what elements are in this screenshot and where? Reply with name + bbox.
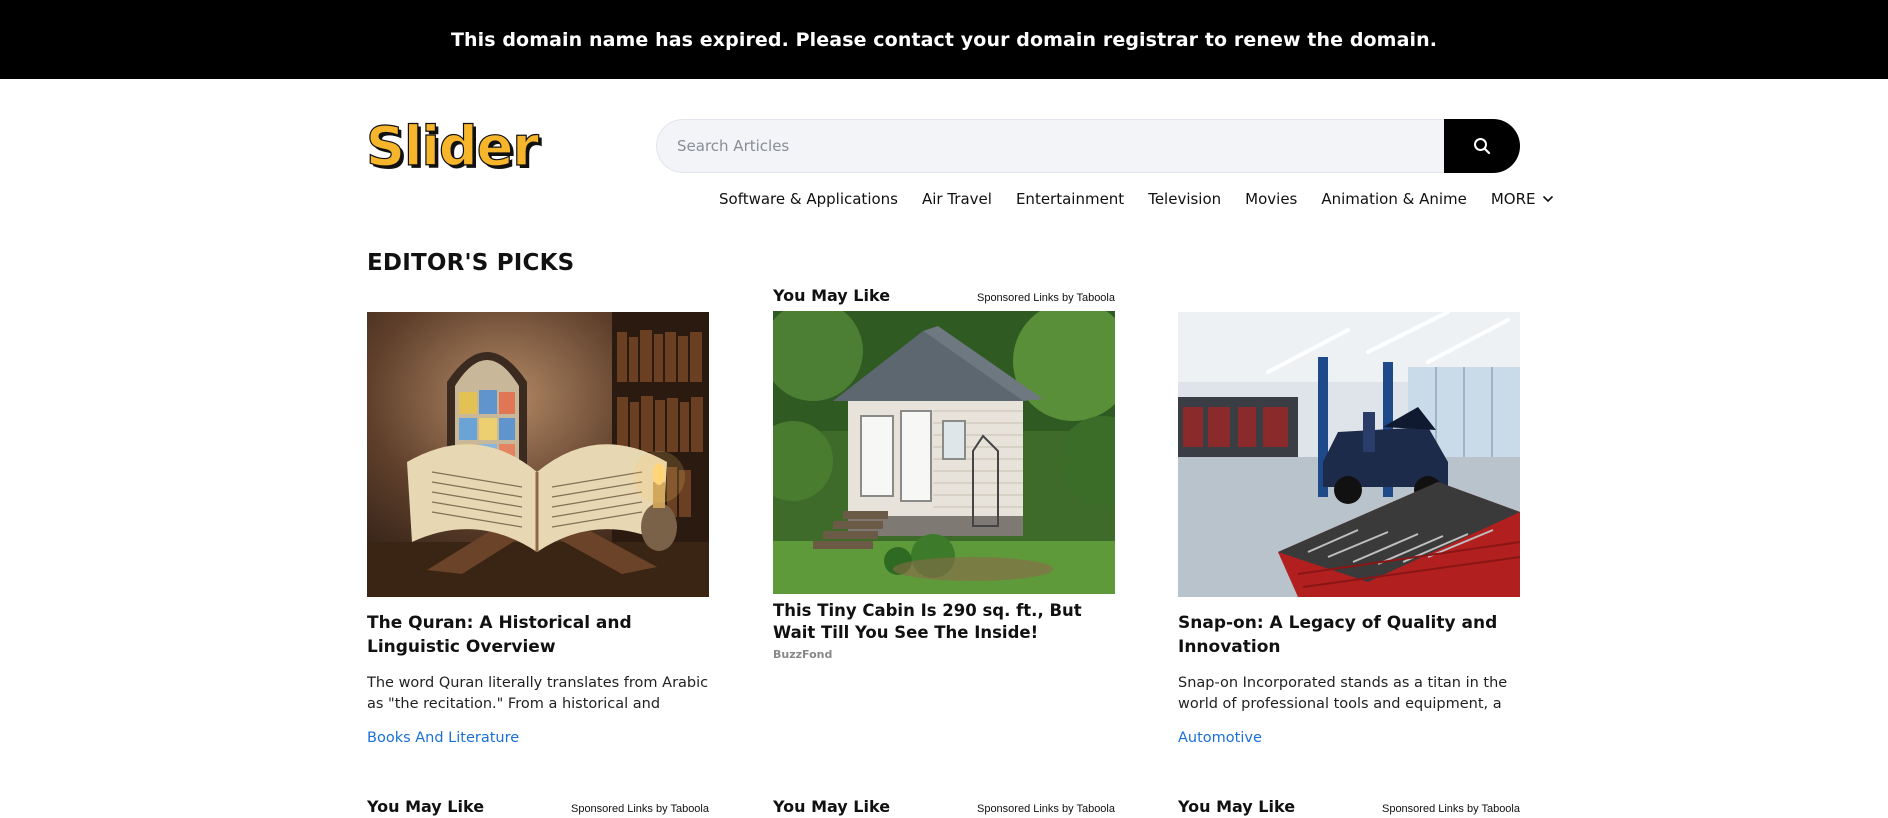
nav-item-movies[interactable]: Movies xyxy=(1245,190,1297,208)
site-logo[interactable]: Slider Slider xyxy=(365,114,556,181)
expired-domain-banner: This domain name has expired. Please con… xyxy=(0,0,1888,79)
nav-more-label: MORE xyxy=(1490,190,1536,208)
article-title[interactable]: The Quran: A Historical and Linguistic O… xyxy=(367,611,709,659)
nav-more-dropdown[interactable]: MORE xyxy=(1491,190,1554,208)
article-category-link[interactable]: Books And Literature xyxy=(367,730,519,746)
sponsored-header: You May Like Sponsored Links by Taboola xyxy=(773,286,1115,305)
nav-item-entertainment[interactable]: Entertainment xyxy=(1016,190,1124,208)
article-title[interactable]: Snap-on: A Legacy of Quality and Innovat… xyxy=(1178,611,1520,659)
article-description: The word Quran literally translates from… xyxy=(367,675,709,712)
article-image[interactable] xyxy=(367,312,709,597)
sponsored-header: You May Like Sponsored Links by Taboola xyxy=(367,797,709,816)
editors-picks-heading: EDITOR'S PICKS xyxy=(367,250,575,276)
taboola-attribution-link[interactable]: Sponsored Links by Taboola xyxy=(571,803,709,815)
ad-source: BuzzFond xyxy=(773,648,833,661)
you-may-like-heading: You May Like xyxy=(773,286,891,305)
search-input[interactable] xyxy=(656,119,1444,173)
nav-item-television[interactable]: Television xyxy=(1148,190,1221,208)
ad-title[interactable]: This Tiny Cabin Is 290 sq. ft., But Wait… xyxy=(773,600,1115,644)
article-image[interactable] xyxy=(1178,312,1520,597)
sponsored-header: You May Like Sponsored Links by Taboola xyxy=(773,797,1115,816)
you-may-like-heading: You May Like xyxy=(1178,797,1296,816)
article-card: The Quran: A Historical and Linguistic O… xyxy=(367,312,709,747)
search-button[interactable] xyxy=(1444,119,1520,173)
nav-item-software-applications[interactable]: Software & Applications xyxy=(719,190,898,208)
nav-item-air-travel[interactable]: Air Travel xyxy=(922,190,992,208)
article-description: Snap-on Incorporated stands as a titan i… xyxy=(1178,675,1508,712)
you-may-like-heading: You May Like xyxy=(773,797,891,816)
logo-text: Slider xyxy=(366,115,539,178)
main-nav: Software & Applications Air Travel Enter… xyxy=(719,186,1554,212)
nav-item-animation-anime[interactable]: Animation & Anime xyxy=(1321,190,1466,208)
sponsored-header: You May Like Sponsored Links by Taboola xyxy=(1178,797,1520,816)
taboola-attribution-link[interactable]: Sponsored Links by Taboola xyxy=(1382,803,1520,815)
article-category-link[interactable]: Automotive xyxy=(1178,730,1262,746)
you-may-like-heading: You May Like xyxy=(367,797,485,816)
banner-text: This domain name has expired. Please con… xyxy=(450,28,1438,51)
taboola-attribution-link[interactable]: Sponsored Links by Taboola xyxy=(977,292,1115,304)
ad-image[interactable] xyxy=(773,311,1115,594)
article-card: Snap-on: A Legacy of Quality and Innovat… xyxy=(1178,312,1520,747)
search-icon xyxy=(1474,138,1491,155)
chevron-down-icon xyxy=(1542,195,1553,203)
taboola-attribution-link[interactable]: Sponsored Links by Taboola xyxy=(977,803,1115,815)
search-bar xyxy=(656,119,1520,173)
sponsored-ad-card[interactable]: This Tiny Cabin Is 290 sq. ft., But Wait… xyxy=(773,311,1115,661)
